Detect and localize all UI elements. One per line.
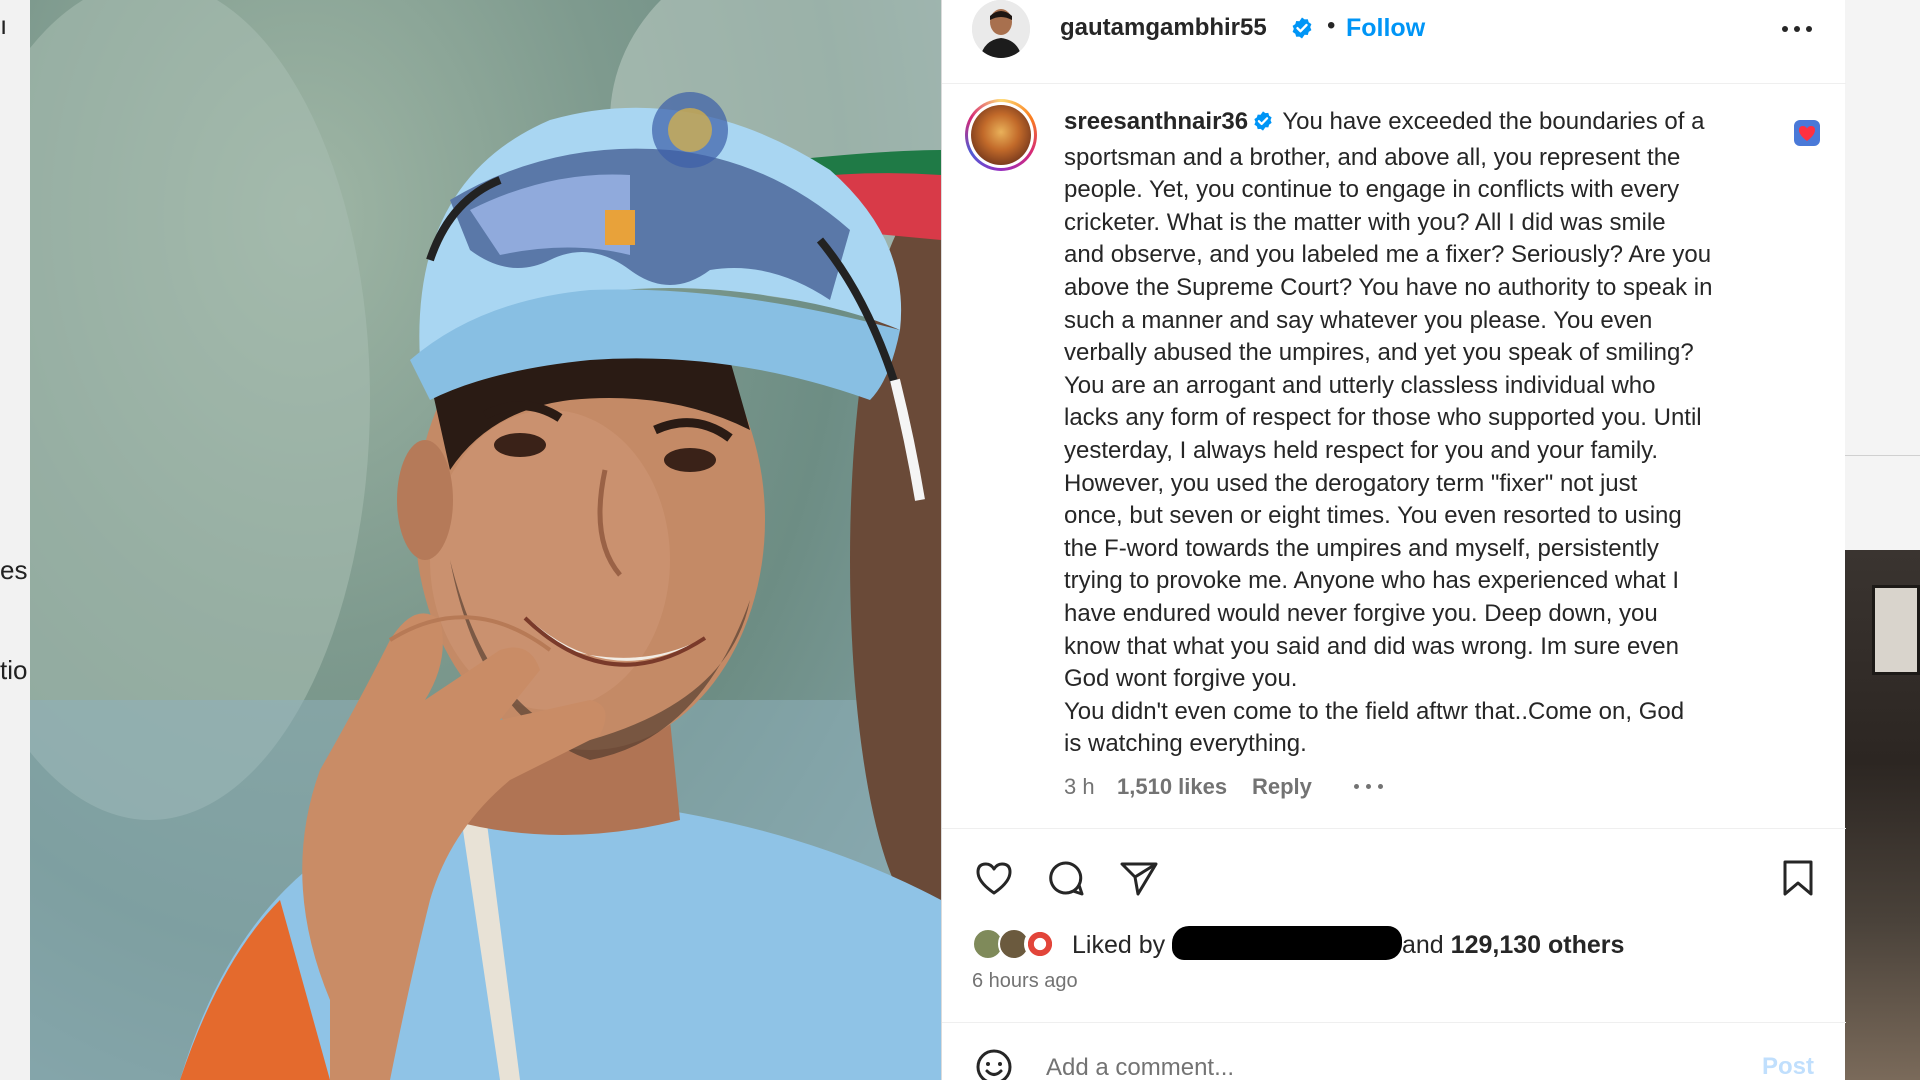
comment-line: sportsman and a brother, and above all, … xyxy=(1064,143,1681,171)
author-avatar-image xyxy=(972,0,1030,58)
comment-line: trying to provoke me. Anyone who has exp… xyxy=(1064,567,1680,595)
comment-line: lacks any form of respect for those who … xyxy=(1064,404,1702,432)
post-comment-button[interactable]: Post xyxy=(1762,1053,1814,1080)
comment-line: verbally abused the umpires, and yet you… xyxy=(1064,339,1694,367)
background-picture-frame xyxy=(1872,585,1920,675)
background-left-snippet: tio xyxy=(0,655,28,685)
comment-age: 3 h xyxy=(1064,774,1095,799)
post-photo[interactable] xyxy=(30,0,941,1080)
add-comment-input[interactable] xyxy=(1046,1051,1696,1080)
comment-line: is watching everything. xyxy=(1064,730,1307,758)
comment-line: have endured would never forgive you. De… xyxy=(1064,599,1658,627)
post-photo-illustration xyxy=(30,0,941,1080)
smiley-icon[interactable] xyxy=(972,1045,1016,1080)
comment-line: You are an arrogant and utterly classles… xyxy=(1064,371,1656,399)
comment-line: and observe, and you labeled me a fixer?… xyxy=(1064,241,1712,269)
comment-line: the F-word towards the umpires and mysel… xyxy=(1064,534,1659,562)
heart-outline-icon[interactable] xyxy=(972,856,1016,900)
post-header: gautamgambhir55 • Follow xyxy=(942,0,1846,84)
post-timestamp[interactable]: 6 hours ago xyxy=(972,970,1078,993)
comment-line: God wont forgive you. xyxy=(1064,665,1298,693)
comment-line: However, you used the derogatory term "f… xyxy=(1064,469,1638,497)
background-divider xyxy=(1845,455,1920,456)
comment-line: such a manner and say whatever you pleas… xyxy=(1064,306,1653,334)
liked-by-label: Liked by xyxy=(1072,931,1166,959)
post-detail-panel: gautamgambhir55 • Follow sreesanthnair36… xyxy=(941,0,1846,1080)
likes-count[interactable]: 129,130 others xyxy=(1451,931,1625,959)
author-avatar[interactable] xyxy=(972,0,1030,58)
comment-reply-button[interactable]: Reply xyxy=(1252,774,1312,800)
comment-line-text: You have exceeded the boundaries of a xyxy=(1282,108,1705,135)
bookmark-icon[interactable] xyxy=(1776,856,1820,900)
liker-avatar xyxy=(1024,928,1056,960)
background-left-strip xyxy=(0,0,30,1080)
comment-bubble-icon[interactable] xyxy=(1044,856,1088,900)
comment-line: cricketer. What is the matter with you? … xyxy=(1064,208,1666,236)
heart-badge-icon[interactable] xyxy=(1794,120,1820,146)
divider xyxy=(942,828,1846,829)
author-username[interactable]: gautamgambhir55 xyxy=(1060,14,1267,42)
comment-line: You didn't even come to the field aftwr … xyxy=(1064,697,1685,725)
paper-plane-icon[interactable] xyxy=(1116,856,1160,900)
liked-and-label: and xyxy=(1402,931,1444,959)
comment-more-icon[interactable] xyxy=(1354,784,1388,792)
comment-line: once, but seven or eight times. You even… xyxy=(1064,502,1682,530)
commenter-avatar-image xyxy=(971,105,1031,165)
commenter-avatar[interactable] xyxy=(965,99,1037,171)
liked-by-row: Liked by and 129,130 others xyxy=(972,926,1832,966)
verified-badge-icon xyxy=(1290,16,1314,45)
add-comment-row: Post xyxy=(942,1022,1846,1080)
header-separator: • xyxy=(1327,12,1336,39)
commenter-username[interactable]: sreesanthnair36 xyxy=(1064,108,1248,135)
comment-line: sreesanthnair36 You have exceeded the bo… xyxy=(1064,106,1780,142)
comment-line: know that what you said and did was wron… xyxy=(1064,632,1679,660)
comment-line: above the Supreme Court? You have no aut… xyxy=(1064,273,1713,301)
background-left-snippet: ı xyxy=(0,10,8,40)
comment-line: people. Yet, you continue to engage in c… xyxy=(1064,176,1680,204)
comment-likes[interactable]: 1,510 likes xyxy=(1117,774,1227,800)
more-horizontal-icon[interactable] xyxy=(1778,12,1818,42)
comment-text: sreesanthnair36 You have exceeded the bo… xyxy=(1064,106,1780,761)
comment-line: yesterday, I always held respect for you… xyxy=(1064,436,1659,464)
background-left-snippet: es xyxy=(0,555,28,585)
liked-by-others[interactable]: and 129,130 others xyxy=(1402,931,1624,960)
verified-badge-icon xyxy=(1252,109,1274,142)
follow-button[interactable]: Follow xyxy=(1346,14,1425,43)
redacted-username xyxy=(1172,926,1402,960)
